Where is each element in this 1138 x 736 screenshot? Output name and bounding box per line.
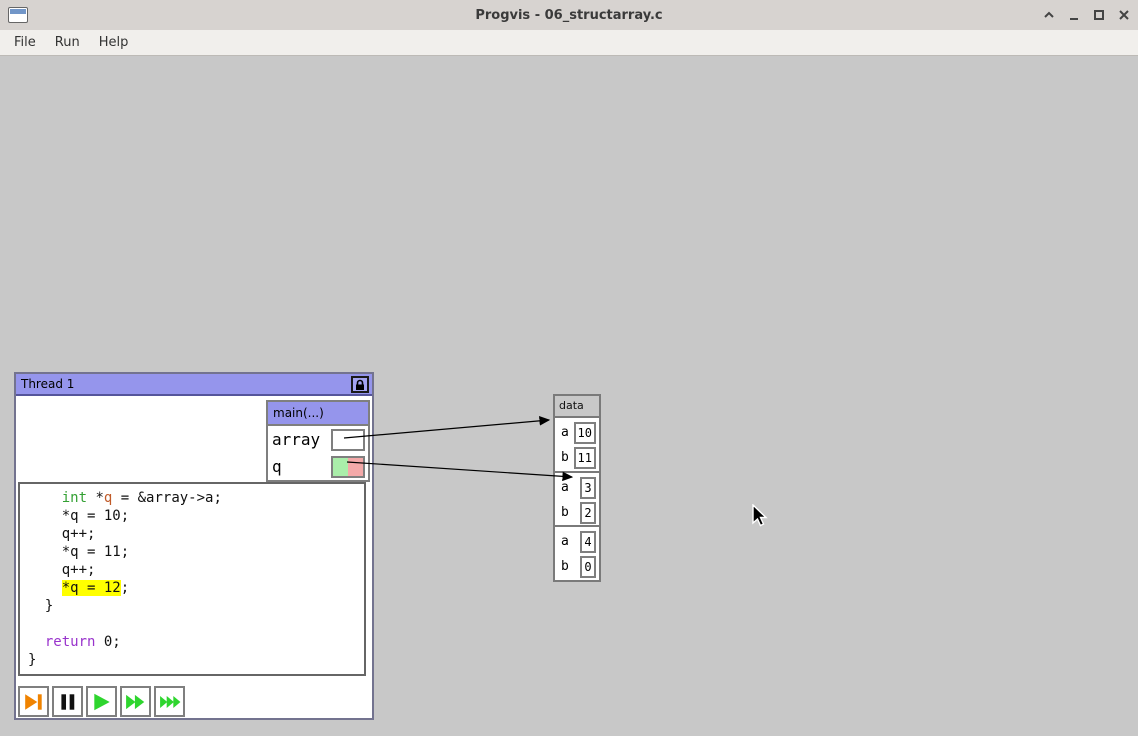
stack-frame-title[interactable]: main(...) bbox=[268, 402, 368, 426]
data-panel-title[interactable]: data bbox=[555, 396, 599, 418]
field-row: a 4 bbox=[555, 529, 599, 554]
struct-element-2: a 4 b 0 bbox=[555, 525, 599, 579]
field-row: a 3 bbox=[555, 475, 599, 500]
lock-icon bbox=[354, 379, 366, 391]
field-name: a bbox=[561, 425, 569, 440]
shade-button[interactable] bbox=[1041, 7, 1057, 23]
pointer-value-box-q[interactable] bbox=[331, 456, 365, 478]
field-name: a bbox=[561, 480, 569, 495]
field-value-box[interactable]: 11 bbox=[574, 447, 596, 469]
fastest-forward-icon bbox=[159, 691, 181, 713]
pause-icon bbox=[57, 691, 79, 713]
thread-body: main(...) array q int *q = &array->a; *q… bbox=[16, 396, 372, 718]
fast-forward-icon bbox=[125, 691, 147, 713]
menu-file[interactable]: File bbox=[14, 35, 36, 50]
field-name: b bbox=[561, 559, 569, 574]
pause-button[interactable] bbox=[52, 686, 83, 717]
thread-panel: Thread 1 main(...) array q int *q = &arr… bbox=[14, 372, 374, 720]
titlebar: Progvis - 06_structarray.c bbox=[0, 0, 1138, 30]
field-name: b bbox=[561, 505, 569, 520]
field-value-box[interactable]: 2 bbox=[580, 502, 596, 524]
field-value-box[interactable]: 3 bbox=[580, 477, 596, 499]
chevron-up-icon bbox=[1042, 8, 1056, 22]
field-name: b bbox=[561, 450, 569, 465]
menu-help[interactable]: Help bbox=[99, 35, 129, 50]
maximize-button[interactable] bbox=[1091, 7, 1107, 23]
field-value-box[interactable]: 4 bbox=[580, 531, 596, 553]
variable-name: q bbox=[272, 457, 282, 476]
thread-title: Thread 1 bbox=[21, 377, 74, 391]
field-row: a 10 bbox=[555, 420, 599, 445]
struct-element-0: a 10 b 11 bbox=[555, 418, 599, 471]
field-row: b 2 bbox=[555, 500, 599, 525]
pointer-value-box-array[interactable] bbox=[331, 429, 365, 451]
code-view: int *q = &array->a; *q = 10; q++; *q = 1… bbox=[18, 482, 366, 676]
playback-controls bbox=[18, 686, 185, 717]
minimize-button[interactable] bbox=[1066, 7, 1082, 23]
step-button[interactable] bbox=[18, 686, 49, 717]
thread-panel-header[interactable]: Thread 1 bbox=[16, 374, 372, 396]
field-value-box[interactable]: 10 bbox=[574, 422, 596, 444]
lock-button[interactable] bbox=[351, 376, 369, 393]
close-icon bbox=[1117, 8, 1131, 22]
close-button[interactable] bbox=[1116, 7, 1132, 23]
stack-frame-main: main(...) array q bbox=[266, 400, 370, 482]
variable-row-array: array bbox=[268, 426, 368, 453]
step-forward-icon bbox=[23, 691, 45, 713]
field-value-box[interactable]: 0 bbox=[580, 556, 596, 578]
field-name: a bbox=[561, 534, 569, 549]
variable-row-q: q bbox=[268, 453, 368, 480]
menubar: File Run Help bbox=[0, 30, 1138, 56]
data-panel: data a 10 b 11 a 3 b 2 a 4 b 0 bbox=[553, 394, 601, 582]
maximize-icon bbox=[1092, 8, 1106, 22]
struct-element-1: a 3 b 2 bbox=[555, 471, 599, 525]
menu-run[interactable]: Run bbox=[55, 35, 80, 50]
run-fastest-button[interactable] bbox=[154, 686, 185, 717]
window-title: Progvis - 06_structarray.c bbox=[0, 8, 1138, 23]
field-row: b 0 bbox=[555, 554, 599, 579]
minimize-icon bbox=[1067, 8, 1081, 22]
play-icon bbox=[91, 691, 113, 713]
run-fast-button[interactable] bbox=[120, 686, 151, 717]
field-row: b 11 bbox=[555, 445, 599, 470]
run-button[interactable] bbox=[86, 686, 117, 717]
variable-name: array bbox=[272, 430, 320, 449]
